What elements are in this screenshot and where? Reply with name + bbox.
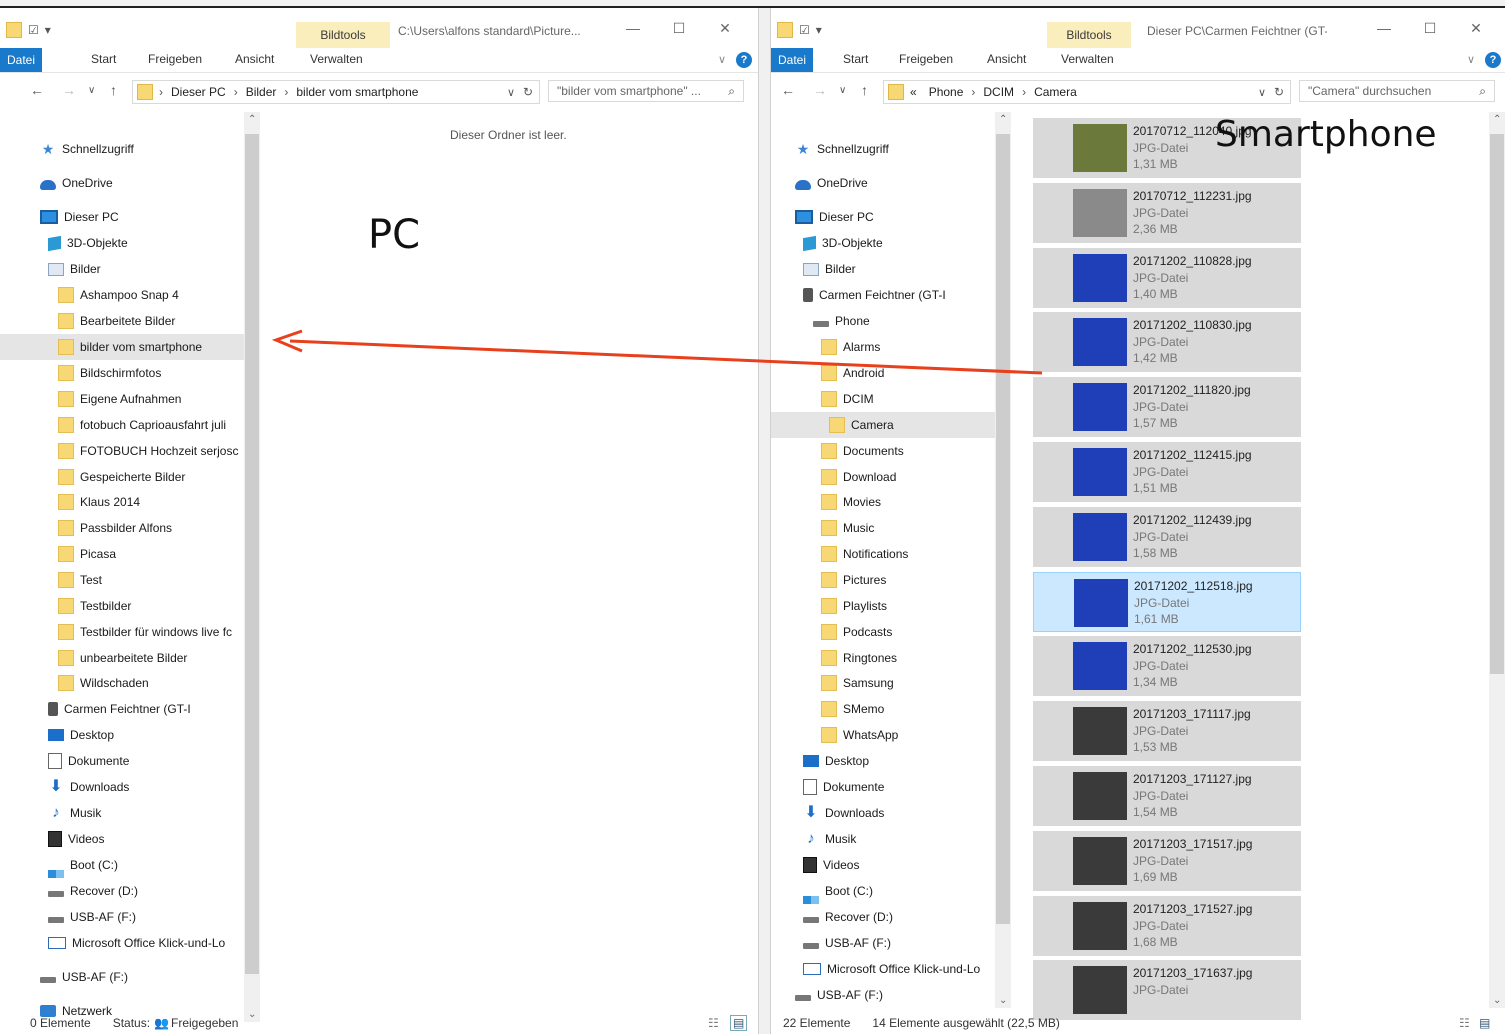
drag-arrow-line [289, 339, 1043, 375]
drag-arrow-overlay [271, 329, 1043, 375]
